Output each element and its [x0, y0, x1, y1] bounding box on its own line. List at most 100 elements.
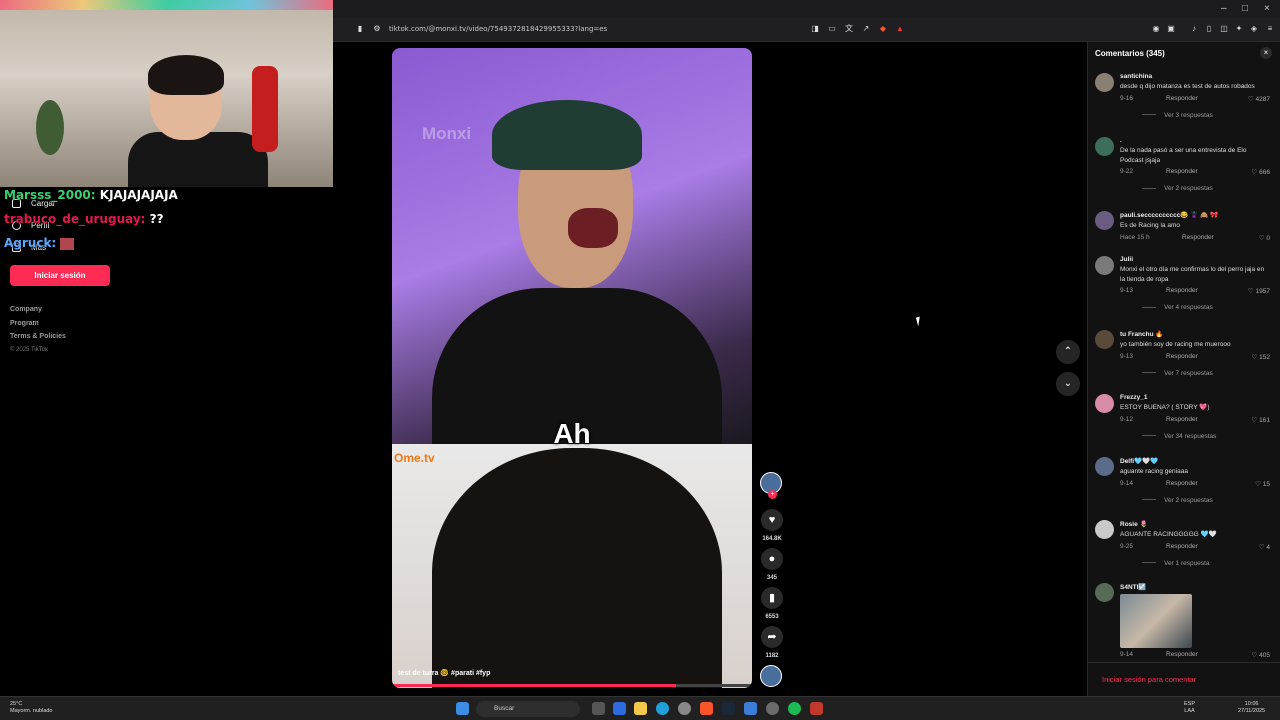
- view-replies-button[interactable]: Ver 2 respuestas: [1120, 497, 1270, 504]
- comment-likes[interactable]: ♡ 666: [1252, 168, 1271, 176]
- extension-icon[interactable]: ◉: [1151, 24, 1161, 34]
- task-view-icon[interactable]: [592, 702, 605, 715]
- reply-button[interactable]: Responder: [1166, 353, 1198, 360]
- comment-image[interactable]: [1120, 594, 1192, 648]
- brave-shield-icon[interactable]: ◆: [878, 24, 888, 34]
- tabs-icon[interactable]: ◫: [1219, 24, 1229, 34]
- comment-user[interactable]: Julii: [1120, 256, 1270, 263]
- view-replies-button[interactable]: Ver 3 respuestas: [1120, 112, 1270, 119]
- avatar[interactable]: [1095, 211, 1114, 230]
- comment-user[interactable]: santichina: [1120, 73, 1270, 80]
- translate-icon[interactable]: 文: [844, 24, 854, 34]
- comment-user[interactable]: tu Franchu 🔥: [1120, 330, 1270, 338]
- comment-likes[interactable]: ♡ 4: [1259, 543, 1270, 551]
- edge-icon[interactable]: [656, 702, 669, 715]
- comment-user[interactable]: Frezzy_1: [1120, 394, 1270, 401]
- file-explorer-icon[interactable]: [634, 702, 647, 715]
- clock[interactable]: 10:06 27/11/2025: [1238, 701, 1265, 715]
- taskbar-search[interactable]: Buscar: [476, 701, 580, 717]
- obs-icon[interactable]: [766, 702, 779, 715]
- spotify-icon[interactable]: [788, 702, 801, 715]
- avatar[interactable]: [1095, 330, 1114, 349]
- follow-icon[interactable]: +: [768, 490, 777, 499]
- maximize-button[interactable]: □: [1242, 3, 1248, 14]
- vpn-icon[interactable]: ◈: [1249, 24, 1259, 34]
- share-button[interactable]: ➦: [761, 626, 783, 648]
- reply-button[interactable]: Responder: [1166, 480, 1198, 487]
- streamer-shirt: [128, 132, 268, 187]
- leo-icon[interactable]: ✦: [1234, 24, 1244, 34]
- close-comments-button[interactable]: ×: [1260, 47, 1272, 59]
- sidebar-icon[interactable]: ▯: [1204, 24, 1214, 34]
- login-button[interactable]: Iniciar sesión: [10, 265, 110, 286]
- comment-user[interactable]: Rosie 🌷: [1120, 520, 1270, 528]
- view-replies-button[interactable]: Ver 1 respuesta: [1120, 560, 1270, 567]
- avatar[interactable]: [1095, 583, 1114, 602]
- close-window-button[interactable]: ×: [1264, 3, 1270, 14]
- comment-likes[interactable]: ♡ 161: [1252, 416, 1271, 424]
- steam-icon[interactable]: [722, 702, 735, 715]
- share-icon[interactable]: ↗: [861, 24, 871, 34]
- comment-user[interactable]: S4NTI☑️: [1120, 583, 1270, 591]
- comment-date: 9-14: [1120, 479, 1134, 487]
- creator-avatar[interactable]: +: [760, 472, 782, 499]
- reply-button[interactable]: Responder: [1166, 95, 1198, 102]
- view-replies-button[interactable]: Ver 34 respuestas: [1120, 433, 1270, 440]
- view-replies-button[interactable]: Ver 4 respuestas: [1120, 304, 1270, 311]
- comment-likes[interactable]: ♡ 1957: [1248, 287, 1270, 295]
- video-progress[interactable]: [392, 684, 752, 687]
- comment-user[interactable]: Delfi🩵🤍🩵: [1120, 457, 1270, 465]
- widgets-icon[interactable]: [613, 702, 626, 715]
- previous-video-button[interactable]: ⌃: [1056, 340, 1080, 364]
- settings-icon[interactable]: [678, 702, 691, 715]
- comment-likes[interactable]: ♡ 4287: [1248, 95, 1270, 103]
- menu-icon[interactable]: ≡: [1265, 24, 1275, 34]
- login-to-comment-link[interactable]: Iniciar sesión para comentar: [1102, 675, 1196, 684]
- like-button[interactable]: ♥: [761, 509, 783, 531]
- wallet-icon[interactable]: ▣: [1166, 24, 1176, 34]
- reply-button[interactable]: Responder: [1166, 651, 1198, 658]
- comment-likes[interactable]: ♡ 15: [1255, 480, 1270, 488]
- reply-button[interactable]: Responder: [1166, 416, 1198, 423]
- save-button[interactable]: ▮: [761, 587, 783, 609]
- avatar[interactable]: [1095, 457, 1114, 476]
- avatar[interactable]: [1095, 137, 1114, 156]
- reply-button[interactable]: Responder: [1166, 287, 1198, 294]
- footer-link-program[interactable]: Program: [10, 320, 66, 334]
- site-settings-icon[interactable]: ⚙: [372, 24, 382, 34]
- avatar[interactable]: [1095, 256, 1114, 275]
- view-replies-button[interactable]: Ver 7 respuestas: [1120, 370, 1270, 377]
- comment-user[interactable]: pauli.secccccccccc😂 🦹‍♀️ 🙈 🎀: [1120, 211, 1270, 219]
- sound-avatar[interactable]: [760, 665, 782, 687]
- url-text[interactable]: tiktok.com/@monxi.tv/video/7549372818429…: [389, 25, 607, 33]
- screen-icon[interactable]: ▭: [827, 24, 837, 34]
- weather-widget[interactable]: 25°C Mayorm. nublado: [10, 701, 53, 715]
- brave-icon[interactable]: [700, 702, 713, 715]
- reader-icon[interactable]: ◨: [810, 24, 820, 34]
- reply-button[interactable]: Responder: [1182, 234, 1214, 241]
- footer-link-terms[interactable]: Terms & Policies: [10, 333, 66, 347]
- start-icon[interactable]: [456, 702, 469, 715]
- comment-button[interactable]: ●: [761, 548, 783, 570]
- avatar[interactable]: [1095, 394, 1114, 413]
- reply-button[interactable]: Responder: [1166, 543, 1198, 550]
- comment-likes[interactable]: ♡ 405: [1252, 651, 1271, 659]
- bookmark-icon[interactable]: ▮: [355, 24, 365, 34]
- language-indicator[interactable]: ESP LAA: [1184, 701, 1195, 715]
- comment-likes[interactable]: ♡ 152: [1252, 353, 1271, 361]
- address-bar[interactable]: ▮ ⚙ tiktok.com/@monxi.tv/video/754937281…: [333, 18, 1280, 42]
- avatar[interactable]: [1095, 520, 1114, 539]
- app2-icon[interactable]: [810, 702, 823, 715]
- music-icon[interactable]: ♪: [1189, 24, 1199, 34]
- app-icon[interactable]: [744, 702, 757, 715]
- view-replies-button[interactable]: Ver 2 respuestas: [1120, 185, 1270, 192]
- video-player[interactable]: Monxi Ome.tv Ah test de turra 🤓 #parati …: [392, 48, 752, 688]
- avatar[interactable]: [1095, 73, 1114, 92]
- reply-button[interactable]: Responder: [1166, 168, 1198, 175]
- comment-user[interactable]: .: [1120, 137, 1270, 144]
- rewards-icon[interactable]: ▲: [895, 24, 905, 34]
- footer-link-company[interactable]: Company: [10, 306, 66, 320]
- comment-likes[interactable]: ♡ 0: [1259, 234, 1270, 242]
- next-video-button[interactable]: ⌄: [1056, 372, 1080, 396]
- minimize-button[interactable]: –: [1221, 3, 1227, 14]
